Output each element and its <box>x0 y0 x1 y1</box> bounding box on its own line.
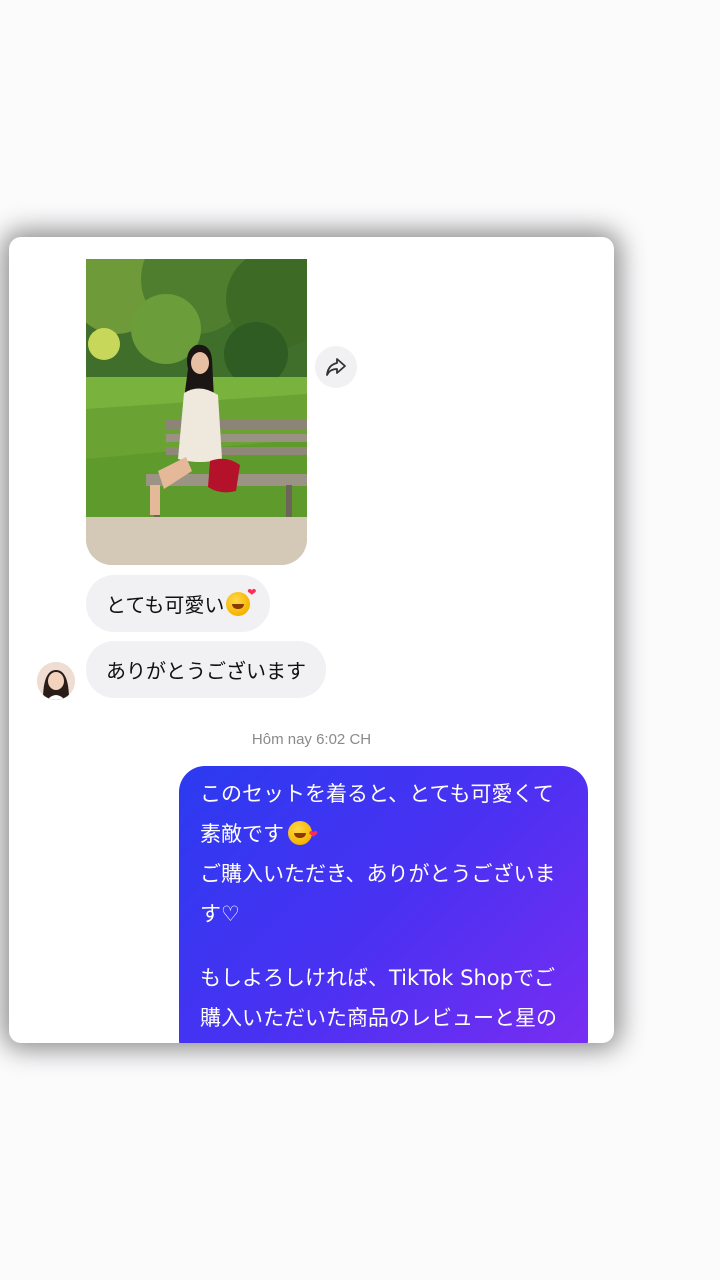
message-line: このセットを着ると、とても可愛くて <box>200 782 554 806</box>
message-text: ありがとうございます <box>106 659 306 683</box>
incoming-message[interactable]: とても可愛い <box>86 575 271 632</box>
chat-panel: とても可愛い ありがとうございます Hôm nay 6:02 CH このセットを… <box>9 237 614 1043</box>
message-line: す♡ <box>200 902 240 926</box>
screen: とても可愛い ありがとうございます Hôm nay 6:02 CH このセットを… <box>0 0 720 1280</box>
shared-photo[interactable] <box>86 259 307 517</box>
message-text: とても可愛い <box>106 593 225 617</box>
incoming-message[interactable]: ありがとうございます <box>86 641 326 698</box>
message-text: 素敵です <box>200 822 284 846</box>
shared-photo-message[interactable] <box>86 259 307 565</box>
smiling-face-with-hearts-icon <box>226 586 256 616</box>
share-button[interactable] <box>315 346 357 388</box>
avatar-image <box>37 662 75 700</box>
outgoing-message[interactable]: このセットを着ると、とても可愛くて 素敵です ご購入いただき、ありがとうございま… <box>179 766 588 1043</box>
avatar[interactable] <box>37 662 75 700</box>
photo-footer <box>86 517 307 565</box>
smiling-face-with-hearts-icon <box>288 815 318 855</box>
share-arrow-icon <box>326 358 346 376</box>
message-line: 購入いただいた商品のレビューと星の <box>200 1006 557 1030</box>
message-line: もしよろしければ、TikTok Shopでご <box>200 966 555 990</box>
message-timestamp: Hôm nay 6:02 CH <box>251 731 372 748</box>
message-line: 素敵です <box>200 814 570 855</box>
message-line: ご購入いただき、ありがとうございま <box>200 862 556 886</box>
